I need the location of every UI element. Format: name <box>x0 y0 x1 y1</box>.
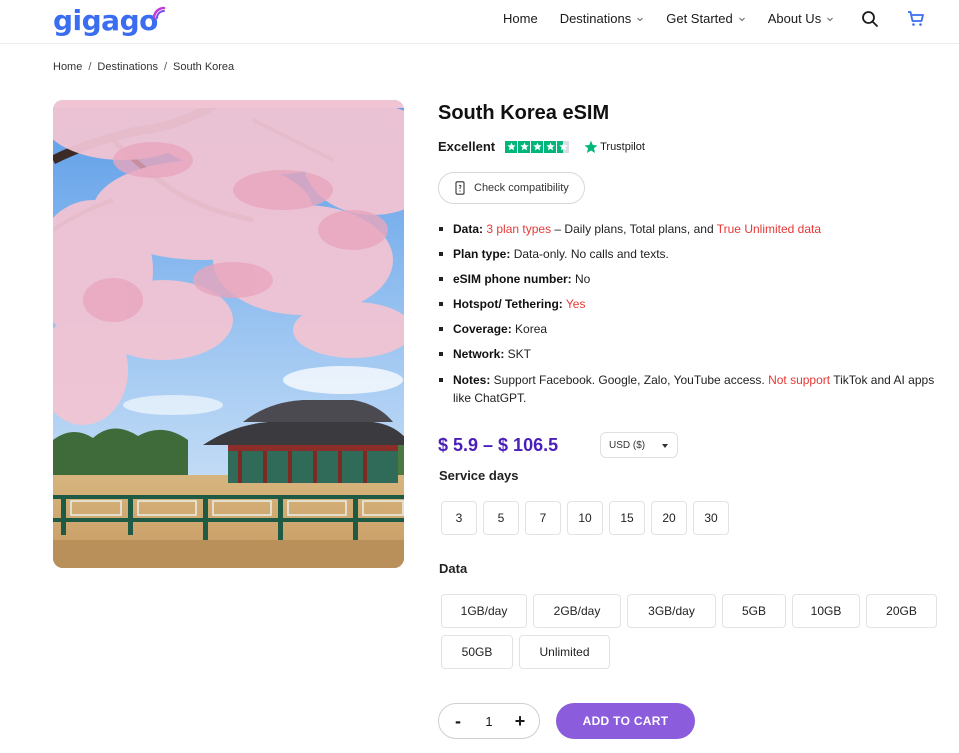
service-day-option[interactable]: 3 <box>441 501 477 535</box>
nav-about-us-label: About Us <box>767 11 822 26</box>
chevron-down-icon <box>738 17 745 21</box>
data-option[interactable]: 5GB <box>722 594 786 628</box>
feature-label: Data: <box>453 222 484 236</box>
breadcrumb: Home / Destinations / South Korea <box>53 61 234 73</box>
data-option[interactable]: 2GB/day <box>533 594 621 628</box>
nav-about-us[interactable]: About Us <box>768 11 834 26</box>
caret-down-icon <box>662 444 668 448</box>
breadcrumb-separator: / <box>163 61 168 73</box>
feature-plan-type: Plan type: Data-only. No calls and texts… <box>438 245 943 263</box>
increase-quantity-button[interactable]: + <box>513 711 527 732</box>
feature-text: Data-only. No calls and texts. <box>510 247 669 261</box>
breadcrumb-destinations[interactable]: Destinations <box>97 61 158 73</box>
quantity-value[interactable]: 1 <box>485 714 492 729</box>
feature-label: Hotspot/ Tethering: <box>453 297 563 311</box>
price-range: $ 5.9 – $ 106.5 <box>438 435 559 455</box>
feature-hotspot: Hotspot/ Tethering: Yes <box>438 295 943 313</box>
data-label: Data <box>439 561 468 576</box>
chevron-down-icon <box>827 17 834 21</box>
chevron-down-icon <box>637 17 644 21</box>
decrease-quantity-button[interactable]: - <box>451 711 465 732</box>
service-days-label: Service days <box>439 468 519 483</box>
feature-coverage: Coverage: Korea <box>438 320 943 338</box>
logo-text: gigago <box>53 3 158 37</box>
main-nav: Home Destinations Get Started About Us <box>503 11 856 26</box>
product-title: South Korea eSIM <box>438 102 610 124</box>
breadcrumb-home[interactable]: Home <box>53 61 82 73</box>
phone-icon <box>455 181 465 195</box>
nav-home-label: Home <box>503 11 538 26</box>
add-to-cart-button[interactable]: ADD TO CART <box>556 703 695 739</box>
rating-row: Excellent Trustpilot <box>438 139 645 154</box>
site-header: gigago Home Destinations Get Started Abo… <box>0 0 959 44</box>
data-option[interactable]: 10GB <box>792 594 860 628</box>
service-day-option[interactable]: 10 <box>567 501 603 535</box>
data-option[interactable]: 50GB <box>441 635 513 669</box>
service-day-option[interactable]: 20 <box>651 501 687 535</box>
trustpilot-logo[interactable]: Trustpilot <box>584 140 645 154</box>
currency-value: USD ($) <box>609 439 646 451</box>
currency-select[interactable]: USD ($) <box>600 432 678 458</box>
product-image <box>53 100 404 568</box>
star-icon <box>518 140 531 153</box>
service-day-option[interactable]: 30 <box>693 501 729 535</box>
nav-get-started[interactable]: Get Started <box>666 11 745 26</box>
feature-text: Korea <box>511 322 548 336</box>
feature-phone-number: eSIM phone number: No <box>438 270 943 288</box>
feature-text: Support Facebook. Google, Zalo, YouTube … <box>490 373 769 387</box>
star-icon <box>531 140 544 153</box>
data-option[interactable]: 20GB <box>866 594 937 628</box>
service-day-option[interactable]: 5 <box>483 501 519 535</box>
feature-list: Data: 3 plan types – Daily plans, Total … <box>438 220 943 407</box>
not-support-link[interactable]: Not support <box>768 373 830 387</box>
nav-home[interactable]: Home <box>503 11 538 26</box>
data-option[interactable]: 3GB/day <box>627 594 716 628</box>
plan-types-link[interactable]: 3 plan types <box>486 222 551 236</box>
breadcrumb-current: South Korea <box>173 61 235 73</box>
nav-destinations-label: Destinations <box>559 11 632 26</box>
cart-icon[interactable] <box>907 10 925 28</box>
star-half-icon <box>557 140 570 153</box>
true-unlimited-link[interactable]: True Unlimited data <box>717 222 821 236</box>
feature-text: SKT <box>504 347 532 361</box>
rating-stars <box>505 140 570 153</box>
feature-label: Coverage: <box>453 322 512 336</box>
feature-network: Network: SKT <box>438 345 943 363</box>
feature-label: Notes: <box>453 373 491 387</box>
check-compatibility-label: Check compatibility <box>474 182 569 194</box>
korea-cherry-blossom-image <box>53 100 404 568</box>
trustpilot-label: Trustpilot <box>600 140 645 153</box>
feature-text: – Daily plans, Total plans, and <box>551 222 717 236</box>
feature-text: No <box>571 272 591 286</box>
feature-notes: Notes: Support Facebook. Google, Zalo, Y… <box>438 371 943 407</box>
quantity-stepper: - 1 + <box>438 703 540 739</box>
service-day-option[interactable]: 15 <box>609 501 645 535</box>
nav-get-started-label: Get Started <box>666 11 733 26</box>
rating-text: Excellent <box>438 139 496 154</box>
star-icon <box>505 140 518 153</box>
service-day-option[interactable]: 7 <box>525 501 561 535</box>
star-icon <box>544 140 557 153</box>
feature-text: Yes <box>562 297 586 311</box>
check-compatibility-button[interactable]: Check compatibility <box>438 172 585 204</box>
feature-data: Data: 3 plan types – Daily plans, Total … <box>438 220 943 238</box>
gigago-logo[interactable]: gigago <box>53 3 166 37</box>
feature-label: Network: <box>453 347 505 361</box>
nav-destinations[interactable]: Destinations <box>560 11 645 26</box>
search-icon[interactable] <box>861 10 879 28</box>
data-option[interactable]: Unlimited <box>519 635 610 669</box>
trustpilot-star-icon <box>584 140 598 153</box>
data-option[interactable]: 1GB/day <box>441 594 527 628</box>
feature-label: Plan type: <box>453 247 511 261</box>
logo-arc-icon <box>152 6 166 20</box>
breadcrumb-separator: / <box>88 61 92 73</box>
feature-label: eSIM phone number: <box>453 272 572 286</box>
